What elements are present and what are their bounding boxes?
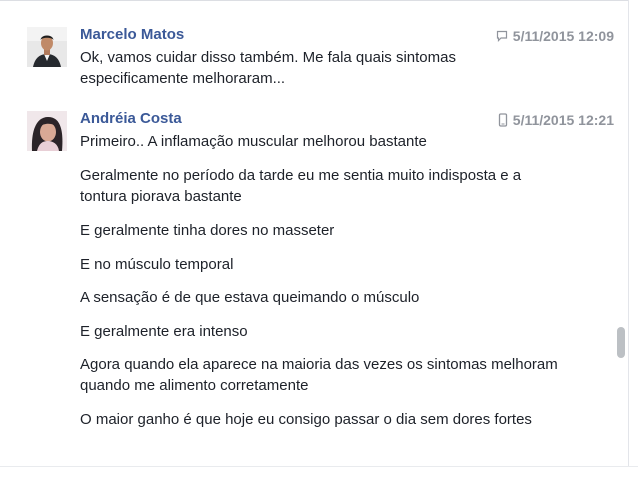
author-name[interactable]: Marcelo Matos <box>80 25 184 45</box>
right-divider <box>628 0 629 466</box>
avatar[interactable] <box>27 27 67 67</box>
message-text: Ok, vamos cuidar disso também. Me fala q… <box>80 49 456 87</box>
chat-bubble-icon <box>496 30 507 42</box>
message-text: Primeiro.. A inflamação muscular melhoro… <box>80 133 427 150</box>
message-text: O maior ganho é que hoje eu consigo pass… <box>80 411 532 428</box>
message-text: A sensação é de que estava queimando o m… <box>80 289 420 306</box>
scrollbar-thumb[interactable] <box>617 327 625 358</box>
avatar-andreia-image <box>27 111 67 151</box>
message-text: Geralmente no período da tarde eu me sen… <box>80 167 522 205</box>
top-divider <box>0 0 628 1</box>
message-text: E geralmente tinha dores no masseter <box>80 222 335 239</box>
message-meta: 5/11/2015 12:09 <box>496 27 614 45</box>
message-text: E geralmente era intenso <box>80 323 248 340</box>
avatar[interactable] <box>27 111 67 151</box>
mobile-phone-icon <box>498 113 507 127</box>
bottom-divider <box>0 466 638 487</box>
author-name[interactable]: Andréia Costa <box>80 109 182 129</box>
timestamp: 5/11/2015 12:09 <box>512 28 614 44</box>
timestamp: 5/11/2015 12:21 <box>512 112 614 128</box>
message-text: E no músculo temporal <box>80 256 234 273</box>
avatar-marcelo-image <box>27 27 67 67</box>
message-meta: 5/11/2015 12:21 <box>498 111 614 129</box>
message-text: Agora quando ela aparece na maioria das … <box>80 356 558 394</box>
